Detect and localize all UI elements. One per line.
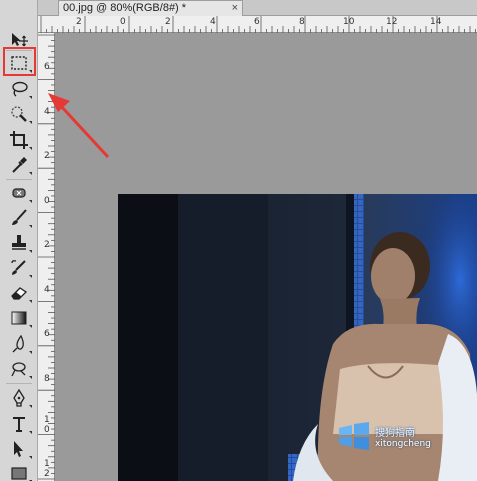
ruler-label: 2 [76, 17, 82, 27]
ruler-label: 8 [299, 17, 305, 27]
ruler-label: 6 [254, 17, 260, 27]
ruler-label: 2 [44, 151, 50, 161]
document-tab[interactable]: 00.jpg @ 80%(RGB/8#) * × [58, 0, 243, 17]
gradient-icon [11, 311, 27, 325]
horizontal-ruler[interactable]: 2 0 2 4 6 8 10 12 14 [38, 16, 477, 33]
ruler-label: 1 [44, 415, 50, 425]
canvas-workspace[interactable]: 搜狗指南 xitongcheng [56, 34, 477, 481]
ruler-label: 6 [44, 62, 50, 72]
stamp-icon [12, 235, 26, 250]
watermark-line-2: xitongcheng [375, 438, 431, 449]
document-tab-title: 00.jpg @ 80%(RGB/8#) [63, 2, 179, 14]
ruler-label: 8 [44, 374, 50, 384]
path-selection-tool[interactable] [5, 437, 33, 461]
lasso-icon [12, 81, 28, 97]
healing-icon [12, 188, 26, 198]
rectangle-tool[interactable] [5, 461, 33, 481]
ruler-label: 0 [44, 196, 50, 206]
type-tool[interactable] [5, 412, 33, 436]
ruler-label: 14 [430, 17, 442, 27]
eyedropper-tool[interactable] [5, 153, 33, 177]
path-selection-icon [14, 441, 23, 457]
ruler-label: 1 [44, 459, 50, 469]
type-icon [13, 417, 25, 432]
crop-icon [10, 131, 28, 149]
ruler-label: 4 [210, 17, 216, 27]
blur-tool[interactable] [5, 332, 33, 356]
ruler-label: 2 [44, 240, 50, 250]
ruler-label: 0 [120, 17, 126, 27]
spot-healing-brush-tool[interactable] [5, 181, 33, 205]
eraser-tool[interactable] [5, 281, 33, 305]
eyedropper-icon [12, 157, 27, 173]
rectangle-icon [11, 467, 27, 480]
history-brush-tool[interactable] [5, 256, 33, 280]
marquee-highlight-box [3, 47, 36, 76]
vertical-ruler-ticks [38, 34, 55, 480]
ruler-label: 4 [44, 285, 50, 295]
blur-icon [12, 334, 24, 353]
ruler-label: 2 [165, 17, 171, 27]
clone-stamp-tool[interactable] [5, 231, 33, 255]
windows-logo-icon [339, 422, 369, 450]
tools-panel [0, 0, 38, 481]
ruler-label: 6 [44, 329, 50, 339]
lasso-tool[interactable] [5, 77, 33, 101]
vertical-ruler[interactable]: 6 4 2 0 2 4 6 8 1 0 1 2 [38, 33, 55, 481]
brush-icon [12, 209, 27, 225]
dodge-icon [11, 362, 26, 377]
pen-tool[interactable] [5, 386, 33, 410]
gradient-tool[interactable] [5, 306, 33, 330]
document-tab-bar: 00.jpg @ 80%(RGB/8#) * × [38, 0, 477, 17]
close-tab-icon[interactable]: × [232, 1, 238, 16]
watermark: 搜狗指南 xitongcheng [337, 422, 431, 450]
ruler-label: 10 [343, 17, 355, 27]
quick-selection-icon [11, 106, 27, 122]
ruler-label: 12 [386, 17, 398, 27]
crop-tool[interactable] [5, 128, 33, 152]
brush-tool[interactable] [5, 206, 33, 230]
modified-marker: * [181, 2, 187, 14]
history-brush-icon [11, 260, 26, 275]
pen-icon [13, 388, 25, 407]
ruler-label: 2 [44, 469, 50, 479]
watermark-line-1: 搜狗指南 [375, 427, 415, 439]
dodge-tool[interactable] [5, 357, 33, 381]
eraser-icon [11, 287, 28, 300]
ruler-label: 0 [44, 425, 50, 435]
quick-selection-tool[interactable] [5, 102, 33, 126]
ruler-label: 4 [44, 107, 50, 117]
